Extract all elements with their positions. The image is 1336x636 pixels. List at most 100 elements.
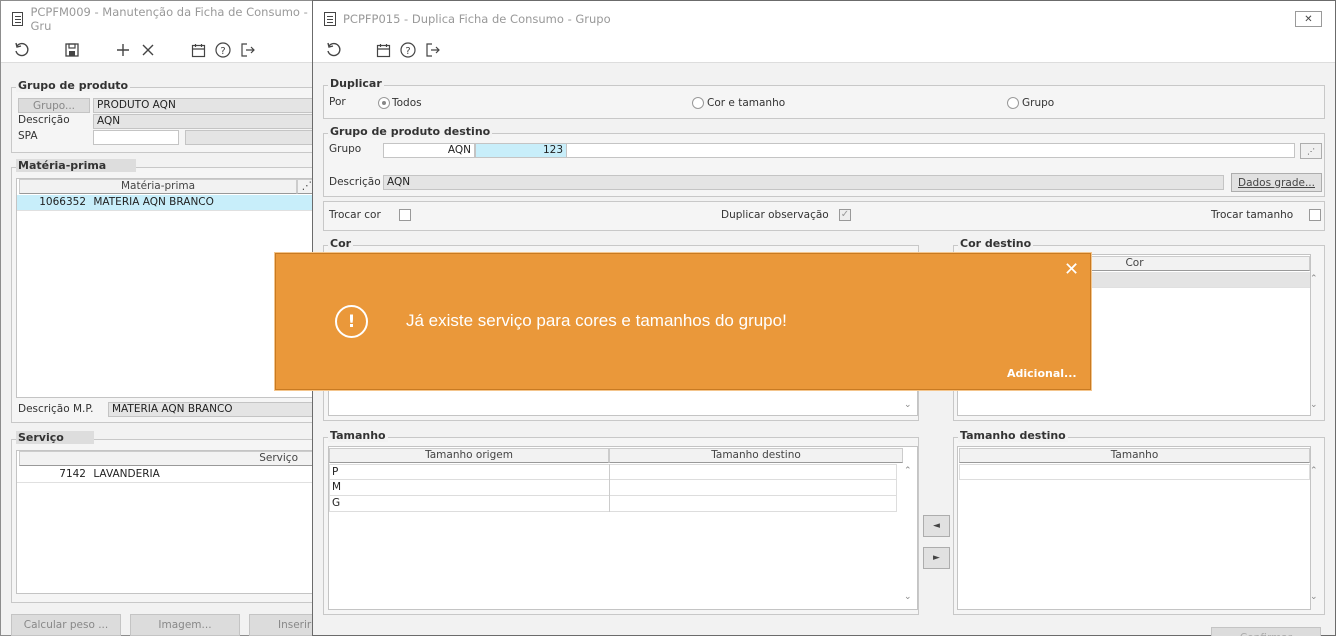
bg-title: PCPFM009 - Manutenção da Ficha de Consum… <box>30 5 308 33</box>
cor-destino-title: Cor destino <box>958 237 1034 250</box>
exit-icon[interactable] <box>239 41 257 59</box>
fg-titlebar: PCPFP015 - Duplica Ficha de Consumo - Gr… <box>313 1 1335 37</box>
materia-prima-title: Matéria-prima <box>16 159 137 172</box>
lookup-button[interactable]: ⋰ <box>1300 143 1322 159</box>
radio-grupo-label[interactable]: Grupo <box>1022 97 1054 109</box>
destino-descricao-label: Descrição <box>329 176 381 188</box>
tamanho-origem-value: M <box>332 481 342 493</box>
toast-message: Já existe serviço para cores e tamanhos … <box>406 311 787 330</box>
cor-title: Cor <box>328 237 354 250</box>
refresh-icon[interactable] <box>325 41 343 59</box>
materia-prima-row[interactable]: 1066352 MATERIA AQN BRANCO <box>17 195 329 211</box>
delete-icon[interactable] <box>139 41 157 59</box>
duplicar-group: Duplicar Por Todos Cor e tamanho Grupo <box>323 77 1325 119</box>
tamanho-row[interactable]: M <box>329 480 897 496</box>
save-icon[interactable] <box>63 41 81 59</box>
destino-title: Grupo de produto destino <box>328 125 493 138</box>
radio-todos[interactable] <box>378 97 390 109</box>
servico-row[interactable]: 7142 LAVANDERIA <box>17 467 329 483</box>
scroll-down-icon[interactable]: ⌄ <box>904 592 912 602</box>
move-left-button[interactable]: ◄ <box>923 515 950 537</box>
warning-toast: ✕ ! Já existe serviço para cores e taman… <box>275 253 1091 390</box>
imagem-button[interactable]: Imagem... <box>130 614 240 636</box>
duplicar-obs-checkbox[interactable]: ✓ <box>839 209 851 221</box>
exit-icon[interactable] <box>424 41 442 59</box>
tamanho-destino-row[interactable] <box>959 464 1310 480</box>
arrow-left-icon: ◄ <box>933 521 940 531</box>
trocar-cor-checkbox[interactable] <box>399 209 411 221</box>
bg-window: PCPFM009 - Manutenção da Ficha de Consum… <box>0 0 333 636</box>
materia-prima-column-header[interactable]: Matéria-prima <box>19 179 297 194</box>
destino-grupo-name[interactable] <box>567 143 1295 158</box>
scroll-down-icon[interactable]: ⌄ <box>1310 400 1318 410</box>
materia-prima-name: MATERIA AQN BRANCO <box>93 196 214 208</box>
tamanho-row[interactable]: P <box>329 464 897 480</box>
warning-icon: ! <box>335 305 368 338</box>
arrow-right-icon: ► <box>933 553 940 563</box>
servico-code: 7142 <box>59 468 86 480</box>
servico-column-header[interactable]: Serviço <box>19 451 329 466</box>
help-icon[interactable]: ? <box>399 41 417 59</box>
destino-group: Grupo de produto destino Grupo AQN 123 ⋰… <box>323 125 1325 197</box>
document-icon <box>12 12 24 26</box>
radio-grupo[interactable] <box>1007 97 1019 109</box>
radio-cor-tamanho-label[interactable]: Cor e tamanho <box>707 97 785 109</box>
help-icon[interactable]: ? <box>214 41 232 59</box>
bg-grupo-produto-title: Grupo de produto <box>16 79 131 92</box>
document-icon <box>324 12 336 26</box>
spa-description-field <box>185 130 333 145</box>
descricao-mp-field: MATERIA AQN BRANCO <box>108 402 328 417</box>
grupo-value-field: PRODUTO AQN <box>93 98 333 113</box>
servico-group: Serviço Serviço 7142 LAVANDERIA <box>11 431 331 603</box>
scroll-down-icon[interactable]: ⌄ <box>1310 592 1318 602</box>
grupo-button[interactable]: Grupo... <box>18 98 90 113</box>
add-icon[interactable] <box>114 41 132 59</box>
bg-toolbar: ? <box>1 37 316 63</box>
tamanho-destino-header[interactable]: Tamanho destino <box>609 448 903 463</box>
materia-prima-code: 1066352 <box>39 196 86 208</box>
tamanho-grid[interactable]: Tamanho origem Tamanho destino P M G <box>328 446 918 610</box>
trocar-tamanho-checkbox[interactable] <box>1309 209 1321 221</box>
calcular-peso-button[interactable]: Calcular peso ... <box>11 614 121 636</box>
destino-grupo-number[interactable]: 123 <box>475 143 567 158</box>
destino-grupo-label: Grupo <box>329 143 362 155</box>
close-icon: ✕ <box>1304 13 1313 25</box>
tamanho-destino-column-header[interactable]: Tamanho <box>959 448 1310 463</box>
svg-text:?: ? <box>405 46 410 57</box>
tamanho-destino-group: Tamanho destino Tamanho ⌃ ⌄ <box>953 429 1325 615</box>
servico-name: LAVANDERIA <box>93 468 160 480</box>
refresh-icon[interactable] <box>13 41 31 59</box>
radio-todos-label[interactable]: Todos <box>392 97 422 109</box>
scroll-up-icon[interactable]: ⌃ <box>904 466 912 476</box>
bg-descricao-label: Descrição <box>18 114 70 126</box>
radio-cor-tamanho[interactable] <box>692 97 704 109</box>
tamanho-title: Tamanho <box>328 429 388 442</box>
tamanho-origem-value: G <box>332 497 341 509</box>
destino-descricao-field: AQN <box>383 175 1224 190</box>
destino-grupo-code[interactable]: AQN <box>383 143 475 158</box>
calendar-icon[interactable] <box>374 41 392 59</box>
scroll-down-icon[interactable]: ⌄ <box>904 400 912 410</box>
options-group: Trocar cor Duplicar observação ✓ Trocar … <box>323 201 1325 231</box>
close-button[interactable]: ✕ <box>1295 11 1322 27</box>
tamanho-column-divider <box>609 464 610 512</box>
trocar-cor-label: Trocar cor <box>329 209 381 221</box>
tamanho-destino-grid[interactable]: Tamanho <box>957 446 1311 610</box>
spa-input[interactable] <box>93 130 179 145</box>
scroll-up-icon[interactable]: ⌃ <box>1310 274 1318 284</box>
servico-title: Serviço <box>16 431 94 444</box>
tamanho-row[interactable]: G <box>329 496 897 512</box>
descricao-mp-label: Descrição M.P. <box>18 403 94 415</box>
confirm-button[interactable]: Confirmar <box>1211 627 1321 636</box>
scroll-up-icon[interactable]: ⌃ <box>1310 466 1318 476</box>
move-right-button[interactable]: ► <box>923 547 950 569</box>
dados-grade-button[interactable]: Dados grade... <box>1231 173 1322 192</box>
servico-grid[interactable]: Serviço 7142 LAVANDERIA <box>16 450 329 594</box>
svg-text:?: ? <box>220 46 225 57</box>
calendar-icon[interactable] <box>189 41 207 59</box>
tamanho-origem-value: P <box>332 466 339 478</box>
toast-close-icon[interactable]: ✕ <box>1064 259 1079 280</box>
tamanho-origem-header[interactable]: Tamanho origem <box>329 448 609 463</box>
tamanho-destino-title: Tamanho destino <box>958 429 1068 442</box>
adicional-link[interactable]: Adicional... <box>1007 367 1077 380</box>
